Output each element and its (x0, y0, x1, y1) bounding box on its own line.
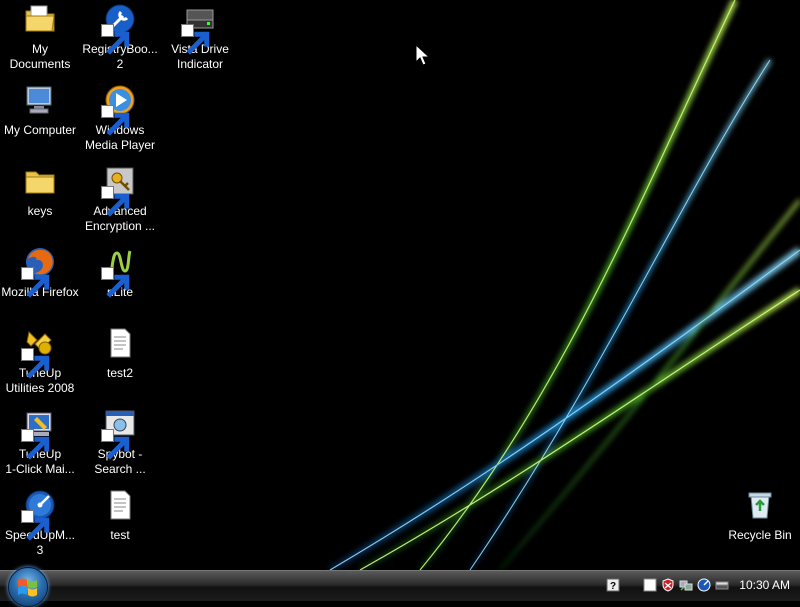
nlite-icon (101, 245, 137, 298)
computer-icon (23, 83, 57, 117)
shield-icon[interactable] (661, 578, 675, 592)
desktop-icon-spybot[interactable]: Spybot - Search ... (80, 407, 160, 485)
icon-label: My Computer (3, 123, 77, 137)
drive-indicator-icon (181, 2, 217, 55)
shortcut-arrow-icon (101, 24, 130, 55)
shortcut-arrow-icon (21, 267, 50, 298)
registry-booster-icon (101, 2, 137, 55)
icon-label: My Documents (9, 42, 71, 71)
desktop-icon-nlite[interactable]: nLite (80, 245, 160, 323)
shortcut-arrow-icon (21, 429, 50, 460)
network-icon[interactable] (679, 578, 693, 592)
white-square-icon[interactable] (643, 578, 657, 592)
shortcut-arrow-icon (21, 348, 50, 379)
desktop-icon-test2[interactable]: test2 (80, 326, 160, 404)
spybot-icon (101, 407, 137, 460)
desktop-icon-vista-drive-indicator[interactable]: Vista Drive Indicator (160, 2, 240, 80)
icon-label: keys (27, 204, 53, 218)
taskbar: ? 10:30 AM (0, 567, 800, 607)
shortcut-arrow-icon (181, 24, 210, 55)
taskbar-clock[interactable]: 10:30 AM (739, 577, 790, 593)
windows-logo-icon (18, 578, 37, 597)
desktop-icon-keys[interactable]: keys (0, 164, 80, 242)
system-tray: ? 10:30 AM (600, 571, 800, 601)
shortcut-arrow-icon (101, 105, 130, 136)
desktop-icon-speedup[interactable]: SpeedUpM... 3 (0, 488, 80, 566)
text-document-icon (103, 488, 137, 522)
start-button[interactable] (8, 567, 48, 607)
desktop-icon-tuneup-utilities[interactable]: TuneUp Utilities 2008 (0, 326, 80, 404)
shortcut-arrow-icon (101, 429, 130, 460)
desktop-icon-my-documents[interactable]: My Documents (0, 2, 80, 80)
firefox-icon (21, 245, 57, 298)
speedup-tray-icon[interactable] (697, 578, 711, 592)
text-document-icon (103, 326, 137, 360)
drive-tray-icon[interactable] (715, 578, 729, 592)
desktop-icon-test[interactable]: test (80, 488, 160, 566)
icon-label: test (110, 528, 130, 542)
media-player-icon (101, 83, 137, 136)
recycle-bin-icon (743, 488, 777, 522)
help-icon[interactable]: ? (606, 578, 620, 592)
shortcut-arrow-icon (21, 510, 50, 541)
desktop[interactable]: My Documents My Computer keys Mozilla Fi… (0, 0, 800, 570)
desktop-icon-my-computer[interactable]: My Computer (0, 83, 80, 161)
desktop-icon-windows-media-player[interactable]: Windows Media Player (80, 83, 160, 161)
desktop-icon-recycle-bin[interactable]: Recycle Bin (720, 488, 800, 566)
shortcut-arrow-icon (101, 186, 130, 217)
folder-icon (23, 164, 57, 198)
icon-label: test2 (106, 366, 133, 380)
shortcut-arrow-icon (101, 267, 130, 298)
encryption-icon (101, 164, 137, 217)
desktop-icon-tuneup-1-click[interactable]: TuneUp 1-Click Mai... (0, 407, 80, 485)
tuneup-icon (21, 326, 57, 379)
desktop-icon-advanced-encryption[interactable]: Advanced Encryption ... (80, 164, 160, 242)
mouse-cursor-icon (415, 44, 429, 66)
desktop-icon-registry-booster[interactable]: RegistryBoo... 2 (80, 2, 160, 80)
icon-label: Recycle Bin (728, 528, 792, 542)
speedup-icon (21, 488, 57, 541)
documents-folder-icon (23, 2, 57, 36)
tuneup-maintenance-icon (21, 407, 57, 460)
desktop-icon-firefox[interactable]: Mozilla Firefox (0, 245, 80, 323)
svg-text:?: ? (610, 581, 616, 592)
